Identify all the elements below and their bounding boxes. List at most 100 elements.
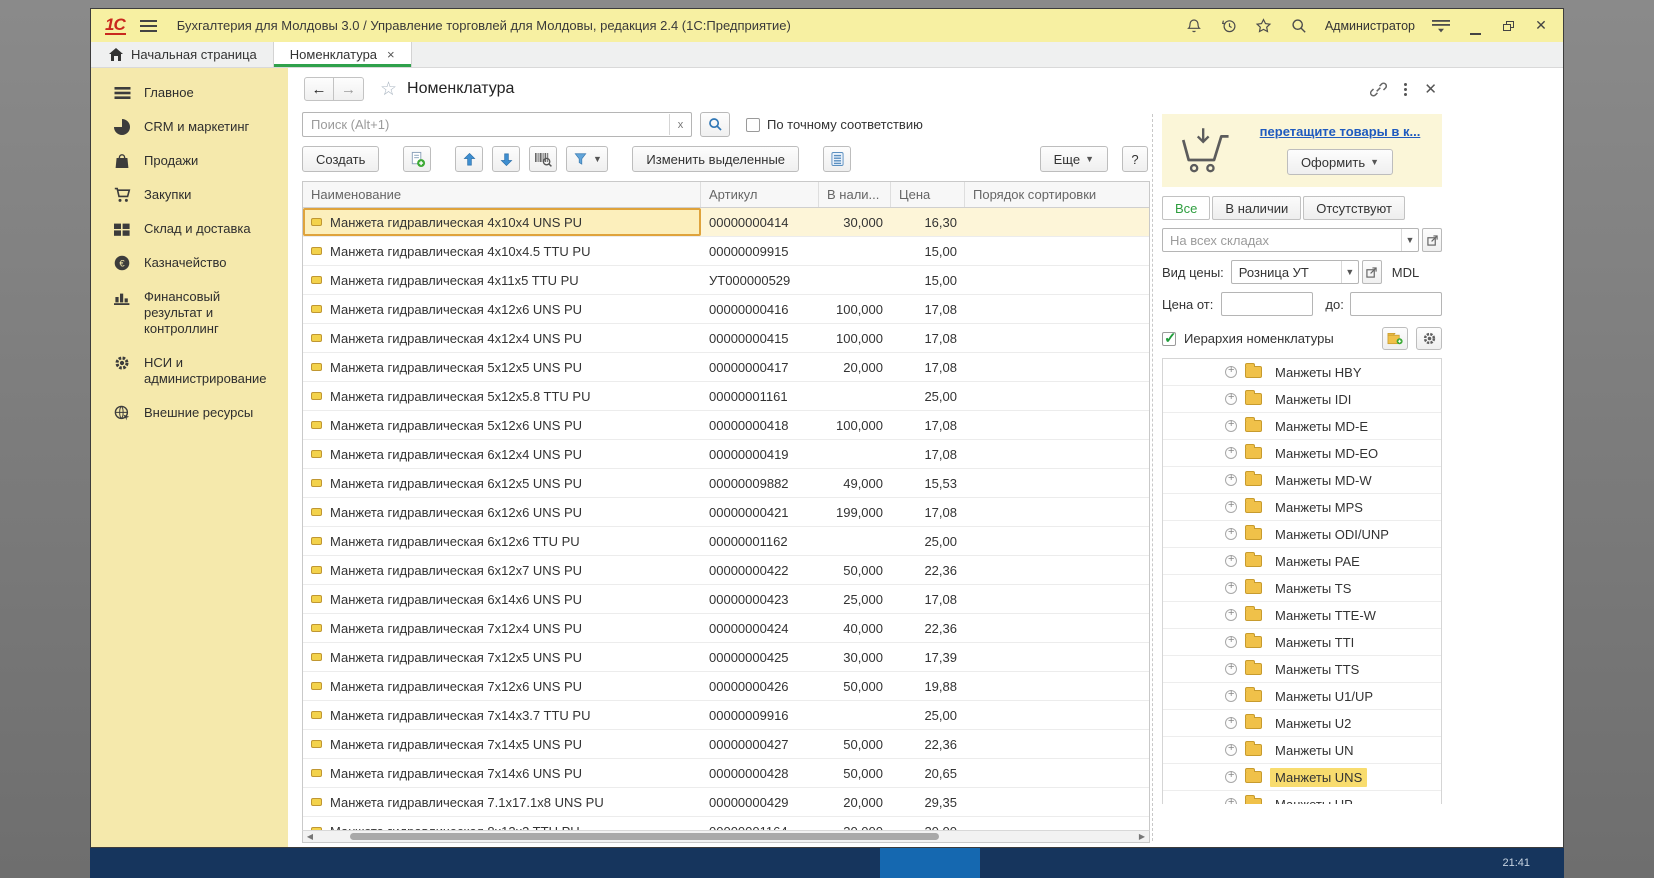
copy-item-button[interactable] [403, 146, 431, 172]
column-header-sort-order[interactable]: Порядок сортировки [965, 182, 1149, 207]
expand-plus-icon[interactable] [1225, 609, 1237, 621]
sidebar-item[interactable]: Склад и доставка [91, 212, 288, 246]
price-type-open-button[interactable] [1362, 260, 1382, 284]
sidebar-item[interactable]: Закупки [91, 178, 288, 212]
column-header-article[interactable]: Артикул [701, 182, 819, 207]
column-header-stock[interactable]: В нали... [819, 182, 891, 207]
table-row[interactable]: Манжета гидравлическая 4x12x6 UNS PU 000… [303, 295, 1149, 324]
table-row[interactable]: Манжета гидравлическая 5x12x5.8 TTU PU 0… [303, 382, 1149, 411]
tree-item[interactable]: Манжеты TTS [1163, 656, 1441, 683]
expand-plus-icon[interactable] [1225, 474, 1237, 486]
expand-plus-icon[interactable] [1225, 555, 1237, 567]
table-row[interactable]: Манжета гидравлическая 4x10x4 UNS PU 000… [303, 208, 1149, 237]
stock-filter-tab[interactable]: В наличии [1212, 196, 1301, 220]
exact-match-option[interactable]: По точному соответствию [746, 117, 923, 132]
minimize-button[interactable] [1467, 18, 1483, 34]
expand-plus-icon[interactable] [1225, 690, 1237, 702]
expand-plus-icon[interactable] [1225, 366, 1237, 378]
main-menu-icon[interactable] [140, 20, 157, 32]
move-down-button[interactable] [492, 146, 520, 172]
price-from-input[interactable] [1222, 297, 1312, 312]
table-row[interactable]: Манжета гидравлическая 6x14x6 UNS PU 000… [303, 585, 1149, 614]
expand-plus-icon[interactable] [1225, 501, 1237, 513]
warehouse-open-button[interactable] [1422, 228, 1442, 252]
expand-plus-icon[interactable] [1225, 636, 1237, 648]
tree-item[interactable]: Манжеты TS [1163, 575, 1441, 602]
tree-item[interactable]: Манжеты UP [1163, 791, 1441, 804]
tree-item[interactable]: Манжеты MPS [1163, 494, 1441, 521]
price-type-dropdown-icon[interactable]: ▼ [1341, 261, 1358, 283]
more-button[interactable]: Еще▼ [1040, 146, 1108, 172]
move-to-group-button[interactable] [1382, 327, 1408, 350]
horizontal-scrollbar[interactable]: ◀ ▶ [302, 830, 1150, 843]
add-favorite-star-icon[interactable]: ☆ [380, 78, 397, 101]
report-list-button[interactable] [823, 146, 851, 172]
expand-plus-icon[interactable] [1225, 393, 1237, 405]
table-row[interactable]: Манжета гидравлическая 7x14x6 UNS PU 000… [303, 759, 1149, 788]
checkout-button[interactable]: Оформить▼ [1287, 149, 1393, 175]
warehouse-dropdown-icon[interactable]: ▼ [1401, 229, 1418, 251]
table-row[interactable]: Манжета гидравлическая 7x14x5 UNS PU 000… [303, 730, 1149, 759]
scroll-left-icon[interactable]: ◀ [303, 832, 317, 841]
tree-item[interactable]: Манжеты IDI [1163, 386, 1441, 413]
table-row[interactable]: Манжета гидравлическая 6x12x5 UNS PU 000… [303, 469, 1149, 498]
sidebar-item[interactable]: Финансовый результат и контроллинг [91, 280, 288, 346]
filter-button[interactable]: ▼ [566, 146, 608, 172]
cart-drop-zone[interactable]: перетащите товары в к... Оформить▼ [1162, 114, 1442, 187]
close-form-icon[interactable]: ✕ [1424, 80, 1437, 98]
sidebar-item[interactable]: НСИ и администрирование [91, 346, 288, 396]
warehouse-input[interactable] [1163, 233, 1401, 248]
table-row[interactable]: Манжета гидравлическая 5x12x5 UNS PU 000… [303, 353, 1149, 382]
expand-plus-icon[interactable] [1225, 798, 1237, 804]
favorites-star-icon[interactable] [1255, 17, 1273, 35]
tree-item[interactable]: Манжеты PAE [1163, 548, 1441, 575]
price-to-input[interactable] [1351, 297, 1441, 312]
tree-item[interactable]: Манжеты UNS [1163, 764, 1441, 791]
expand-plus-icon[interactable] [1225, 744, 1237, 756]
close-window-button[interactable]: ✕ [1533, 17, 1549, 34]
exact-match-checkbox[interactable] [746, 118, 760, 132]
table-row[interactable]: Манжета гидравлическая 4x11x5 TTU PU УТ0… [303, 266, 1149, 295]
price-type-input[interactable] [1232, 265, 1341, 280]
more-menu-kebab-icon[interactable] [1404, 83, 1407, 96]
notifications-bell-icon[interactable] [1185, 17, 1203, 35]
table-row[interactable]: Манжета гидравлическая 4x10x4.5 TTU PU 0… [303, 237, 1149, 266]
nav-forward-button[interactable]: → [334, 77, 364, 101]
taskbar-active-app[interactable] [880, 848, 980, 878]
tree-item[interactable]: Манжеты TTE-W [1163, 602, 1441, 629]
get-link-icon[interactable] [1370, 81, 1387, 98]
edit-selected-button[interactable]: Изменить выделенные [632, 146, 799, 172]
table-row[interactable]: Манжета гидравлическая 5x12x6 UNS PU 000… [303, 411, 1149, 440]
scrollbar-thumb[interactable] [350, 833, 939, 840]
tree-item[interactable]: Манжеты ODI/UNP [1163, 521, 1441, 548]
service-menu-icon[interactable] [1432, 17, 1450, 35]
restore-button[interactable] [1500, 18, 1516, 34]
tab-nomenclature[interactable]: Номенклатура × [274, 42, 412, 67]
tree-item[interactable]: Манжеты U2 [1163, 710, 1441, 737]
expand-plus-icon[interactable] [1225, 717, 1237, 729]
tree-item[interactable]: Манжеты TTI [1163, 629, 1441, 656]
search-button[interactable] [700, 112, 730, 137]
history-icon[interactable] [1220, 17, 1238, 35]
create-button[interactable]: Создать [302, 146, 379, 172]
table-row[interactable]: Манжета гидравлическая 6x12x4 UNS PU 000… [303, 440, 1149, 469]
table-row[interactable]: Манжета гидравлическая 4x12x4 UNS PU 000… [303, 324, 1149, 353]
table-row[interactable]: Манжета гидравлическая 7x12x4 UNS PU 000… [303, 614, 1149, 643]
current-user[interactable]: Администратор [1325, 19, 1415, 33]
help-button[interactable]: ? [1122, 146, 1148, 172]
table-row[interactable]: Манжета гидравлическая 7x12x6 UNS PU 000… [303, 672, 1149, 701]
tree-item[interactable]: Манжеты U1/UP [1163, 683, 1441, 710]
table-row[interactable]: Манжета гидравлическая 7x12x5 UNS PU 000… [303, 643, 1149, 672]
sidebar-item[interactable]: Внешние ресурсы [91, 396, 288, 430]
tree-item[interactable]: Манжеты HBY [1163, 359, 1441, 386]
sidebar-item[interactable]: Продажи [91, 144, 288, 178]
global-search-icon[interactable] [1290, 17, 1308, 35]
clear-search-icon[interactable]: x [669, 114, 691, 135]
table-row[interactable]: Манжета гидравлическая 6x12x7 UNS PU 000… [303, 556, 1149, 585]
expand-plus-icon[interactable] [1225, 420, 1237, 432]
expand-plus-icon[interactable] [1225, 528, 1237, 540]
sidebar-item[interactable]: Главное [91, 76, 288, 110]
expand-plus-icon[interactable] [1225, 663, 1237, 675]
drag-items-link[interactable]: перетащите товары в к... [1260, 124, 1421, 139]
hierarchy-checkbox[interactable] [1162, 332, 1176, 346]
